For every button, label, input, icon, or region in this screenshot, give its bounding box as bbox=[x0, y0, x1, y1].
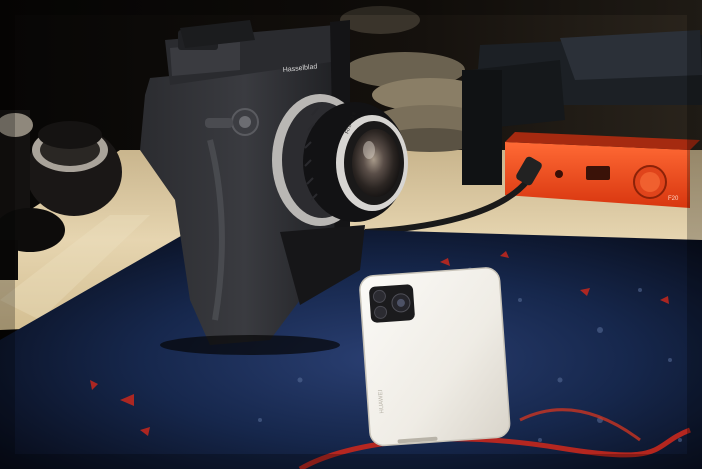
smartphone: HUAWEI bbox=[359, 267, 511, 447]
scene-illustration: F20 Hasselblad F0.8 1:2.8 HUAWEI bbox=[0, 0, 702, 469]
photo-scene: F20 Hasselblad F0.8 1:2.8 HUAWEI bbox=[0, 0, 702, 469]
lens-glass bbox=[352, 129, 400, 197]
dac-model-label: F20 bbox=[668, 196, 679, 202]
